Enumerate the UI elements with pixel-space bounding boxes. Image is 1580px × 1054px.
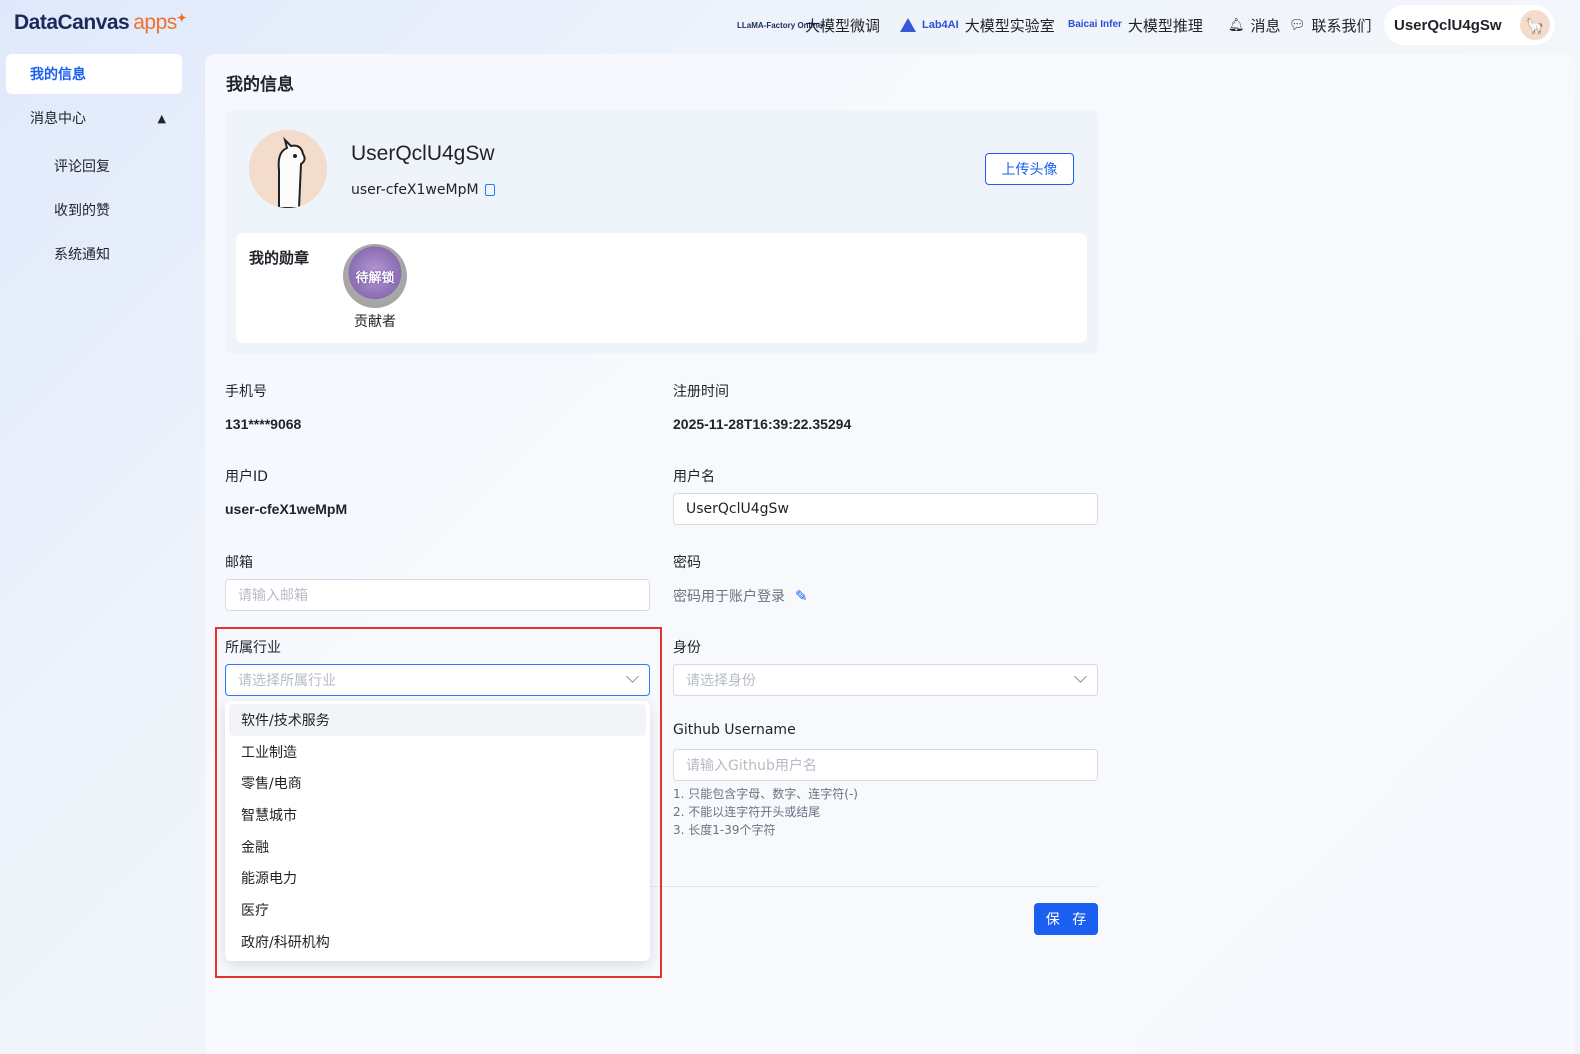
phone-value: 131****9068 [225, 416, 302, 432]
medal-name: 贡献者 [354, 314, 396, 330]
profile-user-id-text: user-cfeX1weMpM [351, 182, 479, 198]
page-title: 我的信息 [226, 75, 294, 95]
upload-avatar-button[interactable]: 上传头像 [985, 153, 1074, 185]
nav-label: 大模型推理 [1127, 16, 1203, 35]
contributor-medal-icon[interactable]: 待解锁 [343, 244, 407, 308]
spark-icon: ✦ [176, 11, 187, 25]
identity-placeholder: 请选择身份 [686, 673, 756, 689]
nav-llm-lab[interactable]: Lab4AI 大模型实验室 [900, 0, 1055, 50]
sidebar-group-message-center[interactable]: 消息中心 ▲ [30, 108, 166, 128]
bell-icon: 🔔︎ [1228, 17, 1245, 33]
chevron-down-icon [1074, 670, 1087, 683]
header-username: UserQclU4gSw [1394, 16, 1502, 34]
avatar [249, 130, 327, 208]
logo-main-text: DataCanvas [14, 11, 130, 34]
password-label: 密码 [673, 555, 701, 571]
copy-icon[interactable] [484, 184, 495, 196]
avatar: 🦙 [1519, 10, 1550, 40]
llama-factory-logo: LLaMA-Factory Online [737, 20, 823, 30]
nav-label: 联系我们 [1311, 16, 1372, 35]
github-input[interactable]: 请输入Github用户名 [673, 749, 1098, 781]
register-time-label: 注册时间 [673, 384, 729, 400]
sidebar-group-label: 消息中心 [30, 111, 86, 127]
user-id-label: 用户ID [225, 469, 268, 485]
register-time-value: 2025-11-28T16:39:22.35294 [673, 416, 852, 432]
lab4ai-triangle-icon [900, 18, 916, 32]
medal-locked-badge: 待解锁 [355, 270, 395, 286]
nav-label: 大模型实验室 [964, 16, 1055, 35]
nav-label: 大模型微调 [805, 16, 881, 35]
identity-select[interactable]: 请选择身份 [673, 664, 1098, 696]
username-input[interactable]: UserQclU4gSw [673, 493, 1098, 525]
github-rule: 2. 不能以连字符开头或结尾 [673, 805, 821, 819]
user-id-value: user-cfeX1weMpM [225, 501, 348, 517]
email-label: 邮箱 [225, 555, 253, 571]
edit-icon[interactable]: ✎ [795, 587, 808, 605]
annotation-highlight-box [215, 627, 662, 978]
profile-user-id: user-cfeX1weMpM [351, 182, 495, 198]
chevron-up-icon: ▲ [157, 111, 166, 125]
github-label: Github Username [673, 722, 796, 738]
password-hint-text: 密码用于账户登录 [673, 589, 785, 605]
user-menu[interactable]: UserQclU4gSw 🦙 [1384, 5, 1555, 45]
nav-label: 消息 [1250, 16, 1281, 35]
baicai-infer-logo: Baicai Infer [1068, 19, 1122, 30]
medals-section: 我的勋章 待解锁 贡献者 [236, 233, 1087, 343]
chat-icon: 💬︎ [1289, 17, 1306, 33]
sidebar: 我的信息 消息中心 ▲ 评论回复 收到的赞 系统通知 [0, 50, 190, 1054]
save-button[interactable]: 保 存 [1034, 903, 1098, 935]
profile-username: UserQclU4gSw [351, 142, 495, 165]
nav-llm-infer[interactable]: Baicai Infer 大模型推理 [1068, 0, 1203, 50]
password-hint: 密码用于账户登录 ✎ [673, 586, 808, 606]
profile-card: UserQclU4gSw user-cfeX1weMpM 上传头像 我的勋章 待… [225, 110, 1098, 354]
sidebar-item-system-notices[interactable]: 系统通知 [54, 244, 110, 264]
email-input[interactable]: 请输入邮箱 [225, 579, 650, 611]
top-bar: DataCanvas apps✦ LLaMA-Factory Online 大模型… [0, 0, 1580, 50]
logo-apps-text: apps [133, 11, 177, 34]
phone-label: 手机号 [225, 384, 267, 400]
sidebar-item-likes-received[interactable]: 收到的赞 [54, 200, 110, 220]
github-rule: 3. 长度1-39个字符 [673, 823, 776, 837]
github-rule: 1. 只能包含字母、数字、连字符(-) [673, 787, 858, 801]
sidebar-item-my-info[interactable]: 我的信息 [6, 54, 182, 94]
nav-llm-finetune[interactable]: LLaMA-Factory Online 大模型微调 [737, 0, 880, 50]
datacanvas-logo[interactable]: DataCanvas apps✦ [14, 11, 187, 35]
nav-contact[interactable]: 💬︎ 联系我们 [1289, 0, 1372, 50]
identity-label: 身份 [673, 640, 701, 656]
medals-title: 我的勋章 [249, 249, 310, 267]
github-rules: 1. 只能包含字母、数字、连字符(-) 2. 不能以连字符开头或结尾 3. 长度… [673, 785, 858, 839]
username-label: 用户名 [673, 469, 715, 485]
sidebar-item-comment-replies[interactable]: 评论回复 [54, 156, 110, 176]
nav-messages[interactable]: 🔔︎ 消息 [1228, 0, 1281, 50]
lab4ai-logo: Lab4AI [922, 18, 959, 31]
